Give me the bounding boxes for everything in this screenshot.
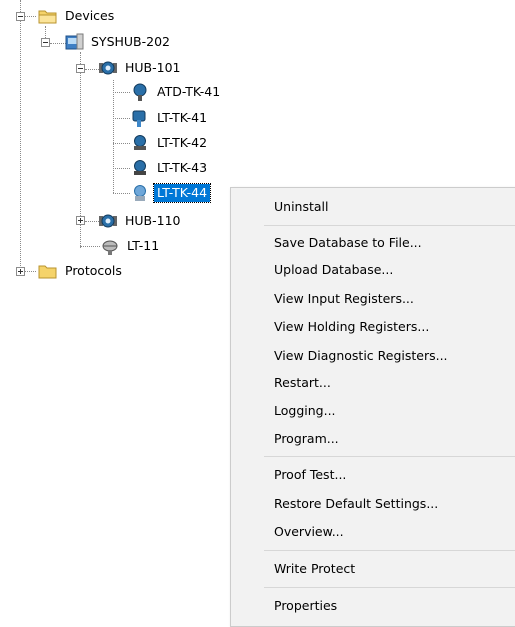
expand-protocols-button[interactable] [16,267,25,276]
tree-label: LT-TK-44 [152,183,212,203]
menu-item-overview[interactable]: Overview... [231,520,515,544]
hub-device-icon [98,58,118,78]
transmitter-icon [130,158,150,178]
tree-label: Protocols [65,263,122,278]
tree-node-syshub[interactable]: SYSHUB-202 [64,31,173,53]
transmitter-icon [130,82,150,102]
expand-hub110-button[interactable] [76,216,85,225]
folder-icon [38,6,58,26]
tree-node-atd-tk-41[interactable]: ATD-TK-41 [130,81,223,103]
menu-item-view-holding-registers[interactable]: View Holding Registers... [231,315,515,339]
menu-item-uninstall[interactable]: Uninstall [231,195,515,219]
collapse-devices-button[interactable] [16,12,25,21]
tree-node-lt-tk-41[interactable]: LT-TK-41 [130,107,210,129]
tree-node-devices[interactable]: Devices [38,5,117,27]
tree-node-lt-tk-43[interactable]: LT-TK-43 [130,157,210,179]
transmitter-icon [130,133,150,153]
tree-label: LT-TK-41 [157,110,208,125]
menu-item-restore-defaults[interactable]: Restore Default Settings... [231,492,515,516]
tree-node-protocols[interactable]: Protocols [38,260,125,282]
tree-label: ATD-TK-41 [157,84,221,99]
tree-node-lt-tk-44[interactable]: LT-TK-44 [130,182,212,204]
transmitter-icon [130,183,150,203]
tree-label: HUB-101 [125,60,181,75]
tree-label: LT-11 [127,238,160,253]
hub-device-icon [98,211,118,231]
menu-item-view-input-registers[interactable]: View Input Registers... [231,287,515,311]
menu-item-logging[interactable]: Logging... [231,399,515,423]
folder-icon [38,261,58,281]
menu-separator [264,225,515,226]
menu-item-view-diagnostic-registers[interactable]: View Diagnostic Registers... [231,344,515,368]
menu-item-save-database[interactable]: Save Database to File... [231,231,515,255]
menu-item-properties[interactable]: Properties [231,594,515,618]
context-menu: Uninstall Save Database to File... Uploa… [230,187,515,627]
tree-label: HUB-110 [125,213,181,228]
transmitter-icon [130,108,150,128]
hub-computer-icon [64,32,84,52]
tree-label: SYSHUB-202 [91,34,170,49]
menu-item-upload-database[interactable]: Upload Database... [231,258,515,282]
menu-item-program[interactable]: Program... [231,427,515,451]
tree-label: LT-TK-42 [157,135,208,150]
menu-separator [264,587,515,588]
sensor-icon [100,236,120,256]
tree-node-hub101[interactable]: HUB-101 [98,57,184,79]
tree-label: Devices [65,8,115,23]
menu-separator [264,456,515,457]
menu-item-restart[interactable]: Restart... [231,371,515,395]
tree-node-hub110[interactable]: HUB-110 [98,210,184,232]
tree-label: LT-TK-43 [157,160,208,175]
menu-item-write-protect[interactable]: Write Protect [231,557,515,581]
tree-node-lt-11[interactable]: LT-11 [100,235,162,257]
collapse-syshub-button[interactable] [41,38,50,47]
collapse-hub101-button[interactable] [76,64,85,73]
tree-node-lt-tk-42[interactable]: LT-TK-42 [130,132,210,154]
menu-separator [264,550,515,551]
menu-item-proof-test[interactable]: Proof Test... [231,463,515,487]
